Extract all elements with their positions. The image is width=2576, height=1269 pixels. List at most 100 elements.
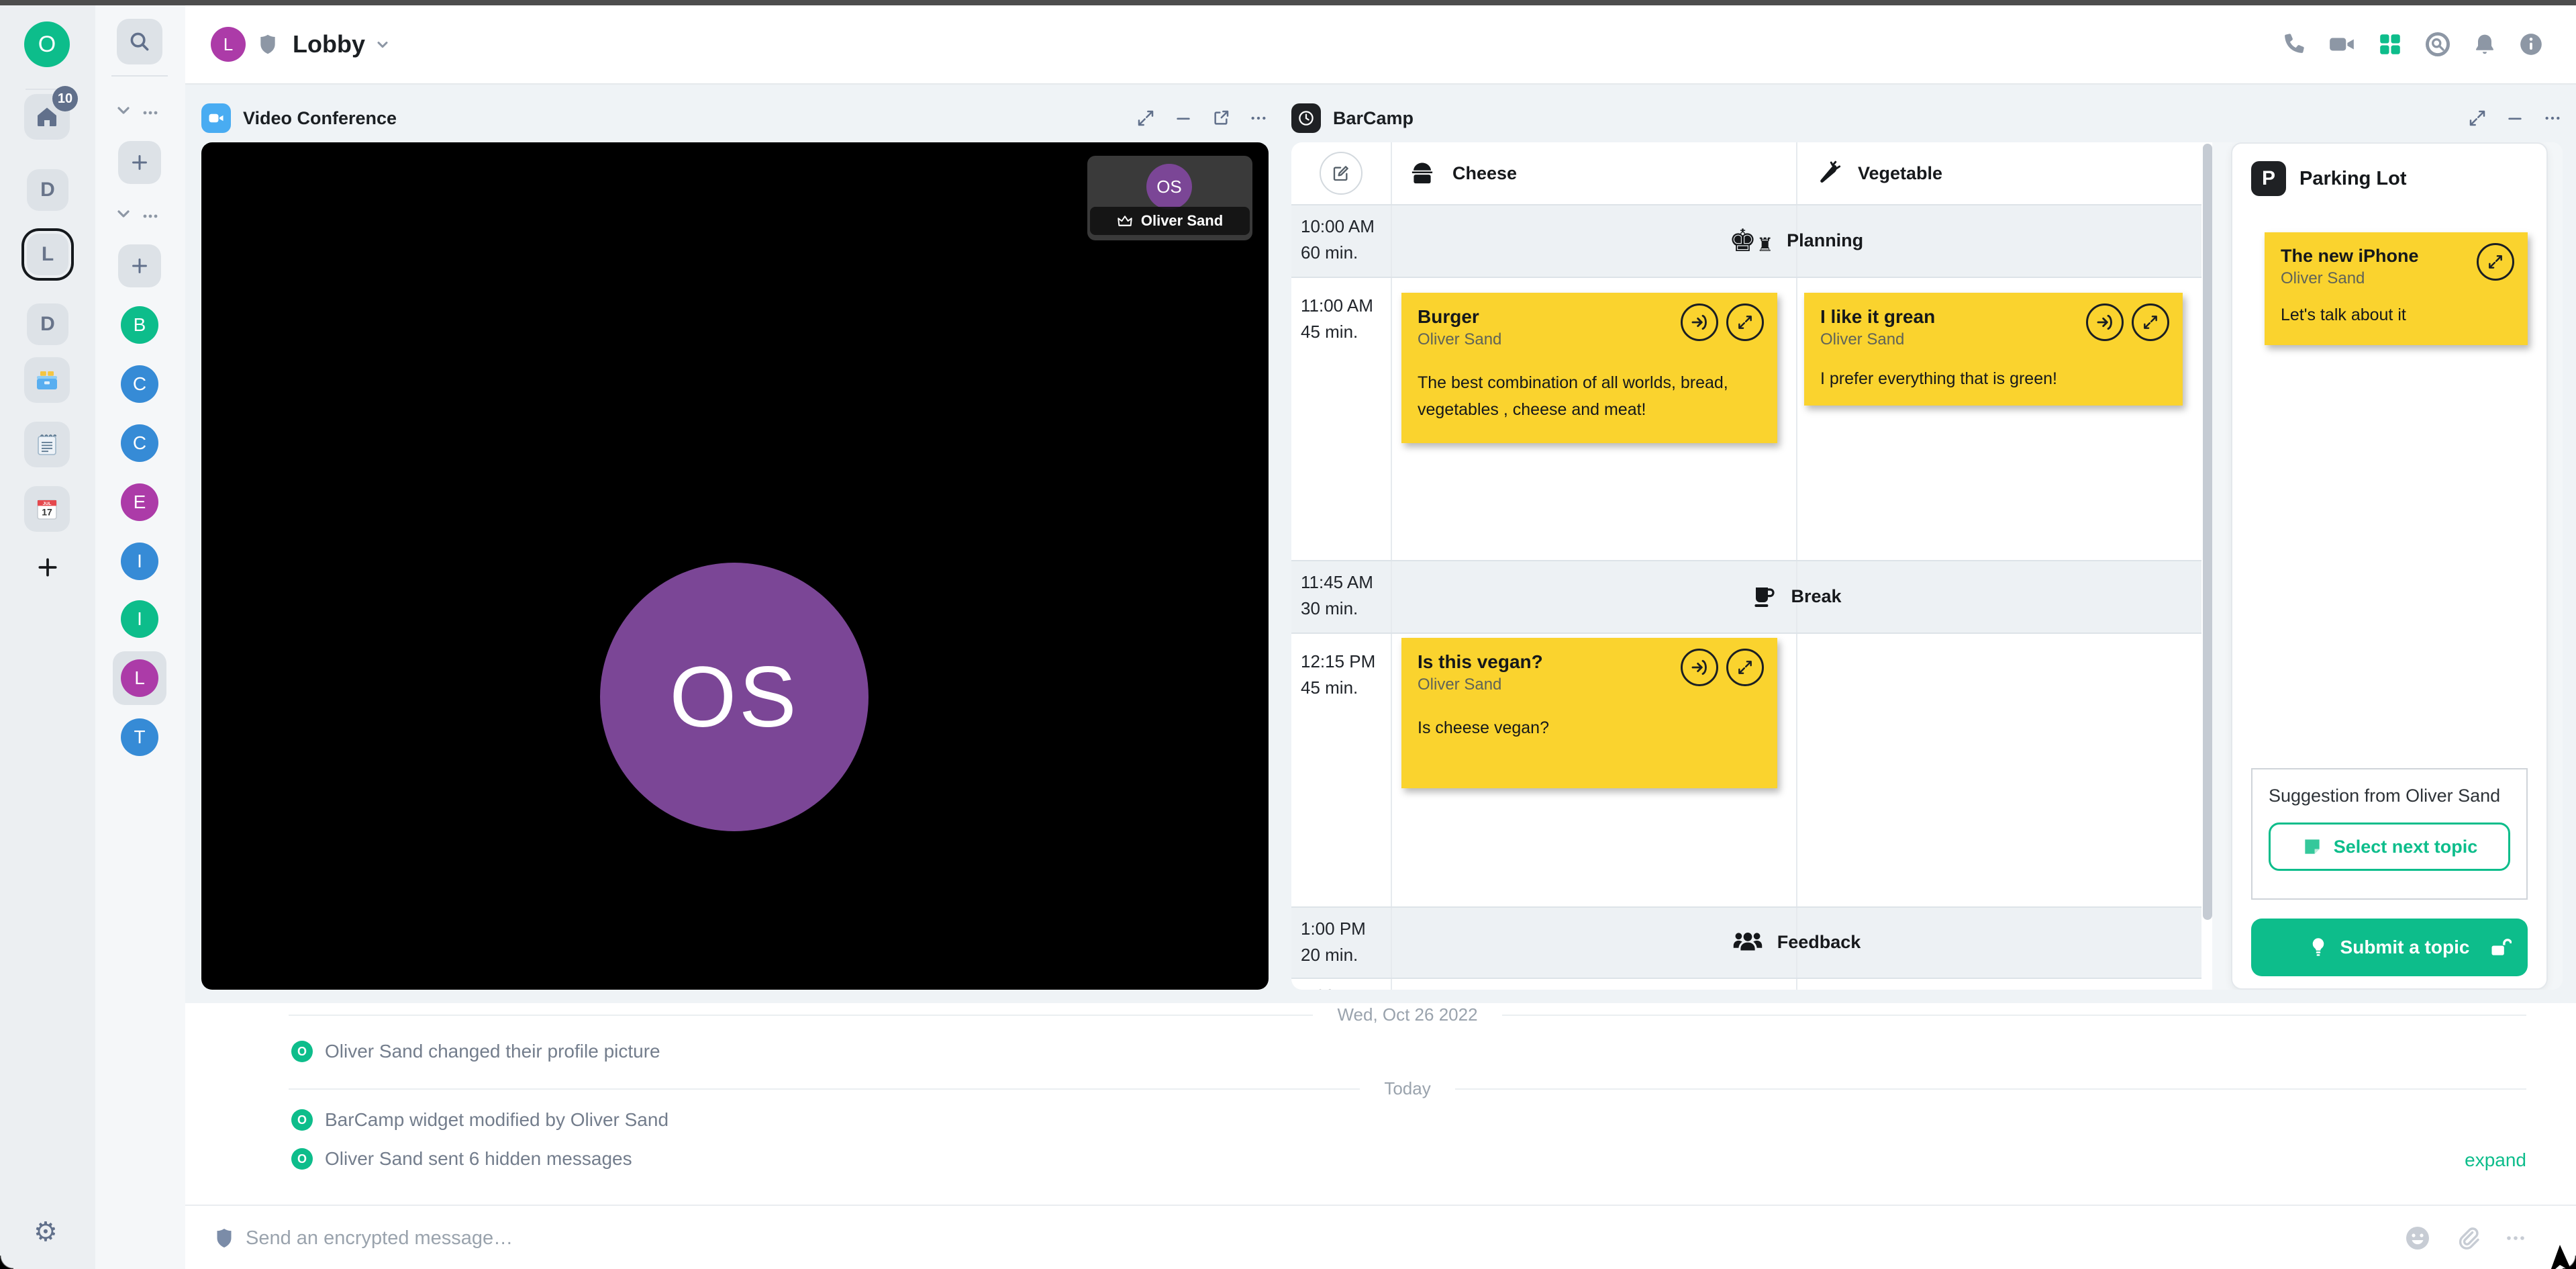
expand-topic-button[interactable] <box>2477 243 2514 281</box>
apps-grid-icon[interactable] <box>2377 32 2403 57</box>
event-message[interactable]: O BarCamp widget modified by Oliver Sand <box>291 1109 668 1131</box>
video-call-icon[interactable] <box>2328 32 2356 57</box>
parked-card-iphone[interactable]: The new iPhone Oliver Sand Let's talk ab… <box>2265 232 2528 345</box>
composer-more-icon[interactable] <box>2504 1226 2528 1250</box>
submit-topic-button[interactable]: Submit a topic <box>2251 919 2528 976</box>
space-item-archive[interactable] <box>24 357 70 403</box>
plus-icon <box>34 553 62 581</box>
mouse-cursor <box>2546 1242 2576 1269</box>
time-slot: 10:00 AM60 min. <box>1301 214 1389 266</box>
emoji-picker-icon[interactable] <box>2404 1225 2431 1252</box>
park-topic-button[interactable] <box>2086 303 2124 341</box>
cheese-icon <box>1408 159 1436 187</box>
session-card-green[interactable]: I like it grean Oliver Sand I prefer eve… <box>1804 293 2183 406</box>
common-event-end: End of the BarCamp <box>1391 978 2201 990</box>
maximise-widget-icon[interactable] <box>1136 108 1156 128</box>
search-rooms-button[interactable] <box>117 19 162 64</box>
session-card-vegan[interactable]: Is this vegan? Oliver Sand Is cheese veg… <box>1401 638 1777 788</box>
ellipsis-icon[interactable] <box>141 205 160 222</box>
sender-avatar: O <box>291 1109 313 1131</box>
expand-topic-button[interactable] <box>2132 303 2169 341</box>
room-avatar-c1[interactable]: C <box>121 365 158 403</box>
space-initial: L <box>42 243 54 266</box>
calendar-icon: JUL17 <box>34 496 60 522</box>
widget-menu-icon[interactable] <box>2542 108 2563 128</box>
edit-pencil-icon <box>1331 163 1351 183</box>
schedule-scrollbar[interactable] <box>2203 144 2212 920</box>
widget-menu-icon[interactable] <box>1248 108 1269 128</box>
expand-topic-button[interactable] <box>1726 303 1764 341</box>
room-info-icon[interactable] <box>2518 32 2544 57</box>
session-card-burger[interactable]: Burger Oliver Sand The best combination … <box>1401 293 1777 443</box>
maximise-widget-icon[interactable] <box>2467 108 2487 128</box>
create-space-button[interactable] <box>34 553 62 581</box>
settings-gear-icon[interactable]: ⚙ <box>34 1217 58 1248</box>
room-header: L Lobby <box>185 5 2576 85</box>
ellipsis-icon[interactable] <box>141 102 160 118</box>
room-avatar-i1[interactable]: I <box>121 543 158 580</box>
room-avatar-t[interactable]: T <box>121 718 158 756</box>
button-label: Select next topic <box>2334 837 2478 857</box>
widget-title: Video Conference <box>243 108 397 129</box>
sender-avatar: O <box>291 1041 313 1062</box>
select-next-topic-button[interactable]: Select next topic <box>2269 822 2510 871</box>
park-topic-button[interactable] <box>1681 303 1718 341</box>
divider <box>111 75 168 77</box>
user-avatar[interactable]: O <box>24 21 70 67</box>
common-event-feedback: Feedback <box>1391 906 2201 978</box>
voice-call-icon[interactable] <box>2281 32 2306 57</box>
minimise-widget-icon[interactable] <box>1173 108 1193 128</box>
barcamp-body: Cheese Vegetable 10:00 AM60 min. ♚♜ Plan… <box>1291 142 2563 990</box>
room-avatar-l-selected[interactable]: L <box>121 659 158 697</box>
room-avatar-e[interactable]: E <box>121 483 158 521</box>
space-item-d1[interactable]: D <box>27 169 68 211</box>
svg-text:JUL: JUL <box>43 502 52 506</box>
attachment-paperclip-icon[interactable] <box>2454 1225 2481 1252</box>
space-item-l-selected[interactable]: L <box>27 234 68 275</box>
section-header-collapse[interactable] <box>115 205 160 222</box>
room-list-rail: B C C E I I L T <box>95 5 185 1269</box>
people-group-icon <box>1732 931 1764 953</box>
room-avatar[interactable]: L <box>211 27 246 62</box>
space-item-calendar[interactable]: JUL17 <box>24 486 70 532</box>
space-initial: D <box>40 313 55 336</box>
room-avatar-i2[interactable]: I <box>121 600 158 638</box>
spaces-sidebar: O 10 D L D JUL17 <box>0 5 95 1269</box>
popout-widget-icon[interactable] <box>1211 108 1231 128</box>
event-message[interactable]: O Oliver Sand sent 6 hidden messages <box>291 1148 632 1170</box>
room-avatar-b[interactable]: B <box>121 306 158 344</box>
video-stage[interactable]: OS OS Oliver Sand <box>201 142 1269 990</box>
carrot-icon <box>1814 159 1842 187</box>
suggestion-box: Suggestion from Oliver Sand Select next … <box>2251 768 2528 900</box>
add-room-button-1[interactable] <box>118 141 161 184</box>
event-text: BarCamp widget modified by Oliver Sand <box>325 1109 668 1131</box>
participant-avatar-large: OS <box>600 563 869 831</box>
space-item-notepad[interactable] <box>24 422 70 467</box>
edit-schedule-button[interactable] <box>1320 152 1363 195</box>
section-header-collapse[interactable] <box>115 102 160 118</box>
moderator-crown-icon <box>1117 214 1133 228</box>
participant-tile[interactable]: OS Oliver Sand <box>1087 156 1252 240</box>
park-topic-button[interactable] <box>1681 649 1718 686</box>
search-in-room-icon[interactable] <box>2424 31 2451 58</box>
date-separator: Today <box>289 1078 2526 1099</box>
time-slot: 1:00 PM20 min. <box>1301 916 1389 968</box>
room-avatar-c2[interactable]: C <box>121 424 158 462</box>
room-chevron-icon[interactable] <box>375 36 391 52</box>
expand-hidden-messages-link[interactable]: expand <box>2465 1149 2526 1171</box>
message-input[interactable]: Send an encrypted message… <box>246 1227 513 1250</box>
column-label: Cheese <box>1452 163 1517 184</box>
svg-text:17: 17 <box>42 507 52 518</box>
notepad-icon <box>34 431 60 458</box>
event-message[interactable]: O Oliver Sand changed their profile pict… <box>291 1041 660 1062</box>
event-text: Oliver Sand changed their profile pictur… <box>325 1041 660 1062</box>
add-room-button-2[interactable] <box>118 244 161 287</box>
room-title[interactable]: Lobby <box>293 30 365 58</box>
space-item-d2[interactable]: D <box>27 303 68 345</box>
notifications-bell-icon[interactable] <box>2473 32 2497 57</box>
unlock-icon <box>2489 937 2512 957</box>
parking-icon: P <box>2251 161 2286 196</box>
home-icon <box>35 105 59 129</box>
expand-topic-button[interactable] <box>1726 649 1764 686</box>
minimise-widget-icon[interactable] <box>2505 108 2525 128</box>
